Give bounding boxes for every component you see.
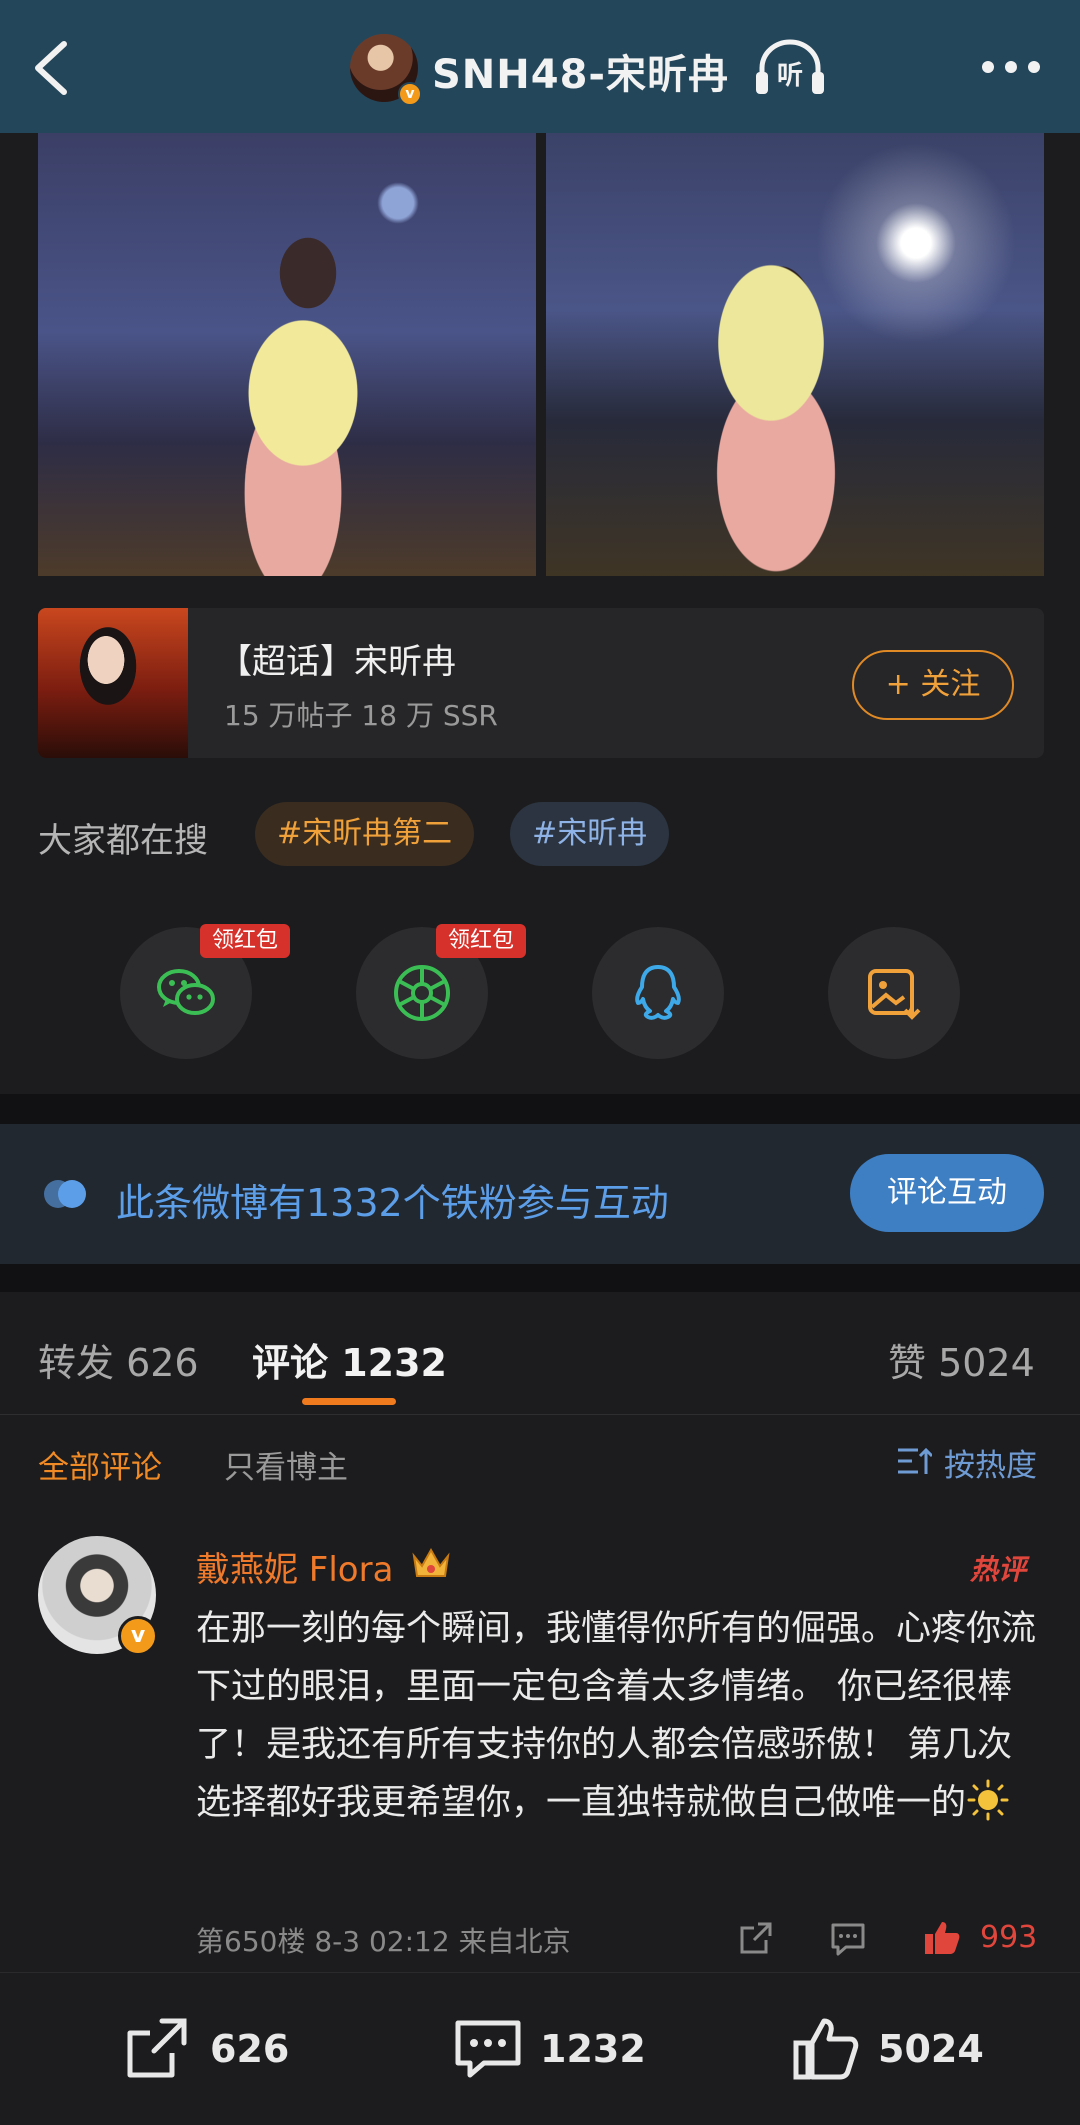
thumbs-up-icon <box>793 2018 859 2080</box>
sort-icon[interactable] <box>896 1446 932 1476</box>
listen-label: 听 <box>777 61 803 91</box>
comment-like-count: 993 <box>980 1920 1038 1955</box>
commenter-name[interactable]: 戴燕妮 Flora <box>196 1542 393 1591</box>
tab-comments[interactable]: 评论 1232 <box>252 1332 447 1387</box>
more-dots-icon[interactable] <box>980 58 1042 76</box>
comment-count: 1232 <box>540 2027 646 2071</box>
save-image-icon <box>868 969 921 1020</box>
repost-count: 626 <box>210 2027 290 2071</box>
like-count: 5024 <box>878 2027 984 2071</box>
post-image-2[interactable] <box>546 133 1044 576</box>
trending-chip[interactable]: #宋昕冉第二 <box>255 802 475 866</box>
fan-interaction-banner[interactable]: 此条微博有1332个铁粉参与互动 评论互动 <box>0 1124 1080 1264</box>
super-topic-title: 【超话】宋昕冉 <box>218 642 456 682</box>
red-packet-tag: 领红包 <box>200 924 291 958</box>
trending-chip[interactable]: #宋昕冉 <box>510 802 670 866</box>
sun-emoji-icon <box>967 1779 1009 1821</box>
super-topic-thumbnail <box>38 608 188 758</box>
reply-comment-icon[interactable] <box>828 1918 868 1958</box>
sort-by-hot[interactable]: 按热度 <box>944 1440 1037 1485</box>
wechat-icon <box>157 969 215 1015</box>
super-topic-stats: 15 万帖子 18 万 SSR <box>224 699 498 732</box>
account-title[interactable]: SNH48-宋昕冉 <box>432 42 729 100</box>
share-qq-button[interactable] <box>592 927 724 1059</box>
verified-badge-icon: v <box>118 1616 158 1656</box>
verified-badge-icon: v <box>398 82 422 106</box>
qq-icon <box>635 965 681 1020</box>
tab-repost[interactable]: 转发 626 <box>38 1332 199 1387</box>
comment-text: 在那一刻的每个瞬间，我懂得你所有的倔强。心疼你流下过的眼泪，里面一定包含着太多情… <box>196 1600 1046 1832</box>
red-packet-tag: 领红包 <box>436 924 527 958</box>
hot-comment-tag: 热评 <box>970 1553 1027 1586</box>
bottom-action-bar: 626 1232 5024 <box>0 1972 1080 2125</box>
like-comment-icon[interactable] <box>922 1918 962 1958</box>
filter-host-only[interactable]: 只看博主 <box>224 1442 348 1487</box>
moments-icon <box>394 965 450 1021</box>
follow-button[interactable]: + 关注 <box>852 650 1014 720</box>
comment-interact-button[interactable]: 评论互动 <box>850 1154 1044 1232</box>
repost-icon <box>127 2018 187 2078</box>
filter-all-comments[interactable]: 全部评论 <box>38 1442 162 1487</box>
comment-body: 在那一刻的每个瞬间，我懂得你所有的倔强。心疼你流下过的眼泪，里面一定包含着太多情… <box>196 1609 1037 1823</box>
super-topic-card[interactable]: 【超话】宋昕冉 15 万帖子 18 万 SSR + 关注 <box>38 608 1044 758</box>
repost-button[interactable]: 626 <box>122 2013 302 2087</box>
share-comment-icon[interactable] <box>736 1918 776 1958</box>
back-arrow-icon[interactable] <box>28 38 74 98</box>
post-image-1[interactable] <box>38 133 536 576</box>
trending-search-label: 大家都在搜 <box>38 821 208 861</box>
tab-divider <box>0 1414 1080 1415</box>
listen-headphones-icon[interactable]: 听 <box>752 38 828 98</box>
top-nav-bar: v SNH48-宋昕冉 听 <box>0 0 1080 133</box>
comment-meta: 第650楼 8-3 02:12 来自北京 <box>196 1925 571 1958</box>
comment-button[interactable]: 1232 <box>452 2013 652 2087</box>
crown-icon <box>412 1547 450 1577</box>
section-divider <box>0 1264 1080 1292</box>
save-image-button[interactable] <box>828 927 960 1059</box>
comment-icon <box>455 2020 521 2078</box>
fan-badge-icon <box>44 1180 86 1208</box>
tab-likes[interactable]: 赞 5024 <box>888 1332 1035 1387</box>
section-divider <box>0 1094 1080 1124</box>
fan-interaction-text: 此条微博有1332个铁粉参与互动 <box>116 1181 669 1225</box>
active-tab-indicator <box>302 1398 396 1405</box>
like-button[interactable]: 5024 <box>790 2013 990 2087</box>
